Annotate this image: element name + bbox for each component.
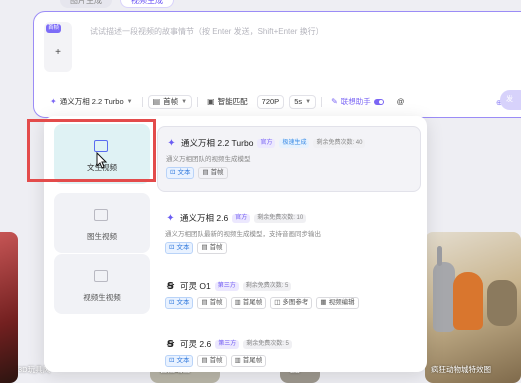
frame-icon: ▤ xyxy=(152,97,161,106)
free-quota-badge: 剩余免费次数: 10 xyxy=(254,213,307,223)
wanxiang-logo-icon: ✦ xyxy=(166,212,175,224)
free-quota-badge: 剩余免费次数: 40 xyxy=(313,138,366,148)
frame-icon: ▤ xyxy=(201,357,208,364)
first-frame-upload[interactable]: 首帧 + xyxy=(44,22,72,72)
prompt-composer: 首帧 + 试试描述一段视频的故事情节（按 Enter 发送，Shift+Ente… xyxy=(33,11,521,118)
resolution-label: 720P xyxy=(261,97,280,106)
text-icon: ⊡ xyxy=(169,244,175,251)
rabbit-character xyxy=(433,246,455,332)
model-selector[interactable]: ✦ 通义万相 2.2 Turbo ▼ xyxy=(46,95,137,109)
plus-icon: + xyxy=(55,47,61,58)
capability-chip: ⊡ 文本 xyxy=(165,297,194,309)
model-description: 通义万相团队最新的视频生成模型，支持音画同步输出 xyxy=(165,231,321,238)
capability-chip: ⊡ 文本 xyxy=(166,167,195,179)
text-icon: ⊡ xyxy=(169,357,175,364)
fox-character xyxy=(453,272,483,330)
divider xyxy=(197,97,199,107)
gallery-card[interactable]: 3D玩具风 xyxy=(0,232,18,383)
capability-chip: ▤ 首帧 xyxy=(197,242,227,254)
divider xyxy=(141,97,143,107)
assistant-label: 联想助手 xyxy=(340,97,371,106)
tab-video-generation[interactable]: 视频生成 xyxy=(120,0,174,8)
model-tag: 极速生成 xyxy=(279,138,310,148)
model-description: 通义万相团队的视频生成模型 xyxy=(166,156,251,163)
duration-label: 5s xyxy=(294,97,303,106)
model-tag: 官方 xyxy=(257,138,276,148)
video-video-icon xyxy=(94,270,108,282)
model-tag: 第三方 xyxy=(215,339,240,349)
images-icon: ◫ xyxy=(274,299,281,306)
capability-chip: ▦ 视频编辑 xyxy=(316,297,359,309)
sloth-character xyxy=(487,280,517,326)
model-name: 可灵 O1 xyxy=(180,281,211,291)
model-tag: 官方 xyxy=(232,213,251,223)
mode-image-to-video[interactable]: 图生视频 xyxy=(54,193,150,253)
model-name: 通义万相 2.2 Turbo xyxy=(181,138,254,148)
resolution-selector[interactable]: 720P xyxy=(256,95,285,109)
mouse-cursor-icon xyxy=(96,152,108,169)
model-name: 可灵 2.6 xyxy=(180,339,212,349)
composer-toolbar: ✦ 通义万相 2.2 Turbo ▼ ▤ 首帧 ▼ ▣ 智能匹配 720P 5s… xyxy=(46,94,408,110)
wand-icon: ✎ xyxy=(331,97,338,106)
wanxiang-logo-icon: ✦ xyxy=(167,137,176,149)
free-quota-badge: 剩余免费次数: 5 xyxy=(243,339,292,349)
ratio-label: 智能匹配 xyxy=(217,97,248,106)
model-option-kling-o1[interactable]: Ꞩ 可灵 O1 第三方 剩余免费次数: 5 ⊡ 文本 ▤ 首帧 ▥ 首尾帧 ◫ 多图参考… xyxy=(157,270,421,316)
kling-logo-icon: Ꞩ xyxy=(166,338,175,350)
frame-icon: ▤ xyxy=(201,299,208,306)
frame-icon: ▤ xyxy=(202,169,209,176)
model-option-wanxiang-2-6[interactable]: ✦ 通义万相 2.6 官方 剩余免费次数: 10 通义万相团队最新的视频生成模型… xyxy=(157,202,421,260)
capability-chip: ▤ 首帧 xyxy=(198,167,228,179)
mention-button[interactable]: @ xyxy=(393,95,409,109)
capability-chip: ⊡ 文本 xyxy=(165,242,194,254)
capability-chip: ⊡ 文本 xyxy=(165,355,194,367)
model-selector-label: 通义万相 2.2 Turbo xyxy=(59,97,124,106)
frame-label: 首帧 xyxy=(163,97,179,106)
wanxiang-logo-icon: ✦ xyxy=(50,97,57,106)
gallery-card[interactable]: 疯狂动物城特效图 xyxy=(425,232,521,383)
free-quota-badge: 剩余免费次数: 5 xyxy=(242,281,292,291)
capability-chip: ▤ 首帧 xyxy=(197,355,227,367)
upload-badge: 首帧 xyxy=(46,24,62,33)
capability-chip: ▥ 首尾帧 xyxy=(230,297,267,309)
image-video-icon xyxy=(94,209,108,221)
mode-label: 图生视频 xyxy=(87,232,117,241)
model-tag: 第三方 xyxy=(214,281,239,291)
chevron-down-icon: ▼ xyxy=(305,99,312,105)
model-name: 通义万相 2.6 xyxy=(180,213,229,223)
model-option-kling-2-6[interactable]: Ꞩ 可灵 2.6 第三方 剩余免费次数: 5 ⊡ 文本 ▤ 首帧 ▥ 首尾帧 xyxy=(157,328,421,372)
capability-chip: ◫ 多图参考 xyxy=(270,297,313,309)
kling-logo-icon: Ꞩ xyxy=(166,280,175,292)
frame-icon: ▤ xyxy=(201,244,208,251)
capability-chip: ▤ 首帧 xyxy=(197,297,227,309)
tab-image-generation[interactable]: 图片生成 xyxy=(60,0,112,8)
video-edit-icon: ▦ xyxy=(320,299,327,306)
divider xyxy=(321,97,323,107)
duration-selector[interactable]: 5s ▼ xyxy=(289,95,317,109)
highlight-box xyxy=(27,119,156,182)
assistant-toggle[interactable]: ✎ 联想助手 xyxy=(327,95,388,109)
send-button[interactable]: 发 xyxy=(500,90,521,110)
capability-chip: ▥ 首尾帧 xyxy=(230,355,267,367)
gallery-caption: 疯狂动物城特效图 xyxy=(431,365,491,374)
frame-selector[interactable]: ▤ 首帧 ▼ xyxy=(147,95,193,109)
mode-label: 视频生视频 xyxy=(83,293,121,302)
model-option-wanxiang-2-2-turbo[interactable]: ✦ 通义万相 2.2 Turbo 官方 极速生成 剩余免费次数: 40 通义万相… xyxy=(157,126,421,192)
aspect-ratio-icon: ▣ xyxy=(207,97,215,106)
ratio-selector[interactable]: ▣ 智能匹配 xyxy=(203,95,252,109)
frames-icon: ▥ xyxy=(234,299,241,306)
text-icon: ⊡ xyxy=(169,299,175,306)
generation-tabs: 图片生成 视频生成 xyxy=(60,0,174,8)
toggle-switch[interactable] xyxy=(373,99,384,105)
frames-icon: ▥ xyxy=(234,357,241,364)
prompt-input[interactable]: 试试描述一段视频的故事情节（按 Enter 发送，Shift+Enter 换行） xyxy=(90,26,324,37)
chevron-down-icon: ▼ xyxy=(181,99,188,105)
mode-video-to-video[interactable]: 视频生视频 xyxy=(54,254,150,314)
at-icon: @ xyxy=(396,97,405,106)
chevron-down-icon: ▼ xyxy=(126,99,133,105)
text-icon: ⊡ xyxy=(170,169,176,176)
